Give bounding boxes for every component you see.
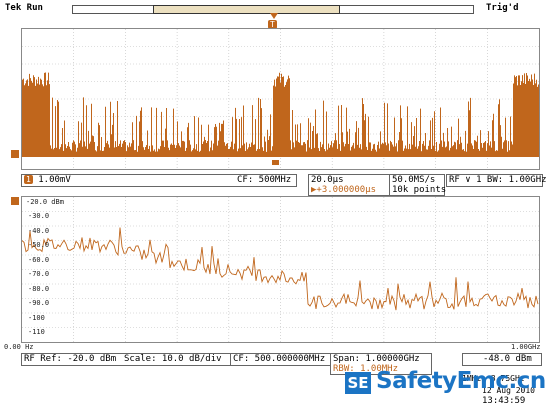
rf-center-frequency: CF: 500.000000MHz xyxy=(233,354,326,364)
trigger-level-marker xyxy=(272,160,279,165)
y-axis-label: -110 xyxy=(28,328,45,336)
trigger-delay: ▶+3.000000µs xyxy=(311,185,377,195)
frequency-domain-panel[interactable] xyxy=(21,196,540,343)
span: Span: 1.00000GHz xyxy=(333,354,420,364)
timebase-box[interactable]: 20.0µs ▶+3.000000µs xyxy=(308,174,390,196)
ref-level-label: -20.0 dBm xyxy=(26,198,64,206)
marker-value: -48.0 dBm xyxy=(483,354,532,364)
brand-label: Tek Run xyxy=(5,3,43,13)
spectrum-graph xyxy=(22,197,539,342)
y-axis-label: -70.0 xyxy=(28,270,50,278)
rf-channel-marker xyxy=(11,197,19,205)
channel-cf: CF: 500MHz xyxy=(237,175,292,185)
timebase: 20.0µs xyxy=(311,175,344,185)
x-end-label: 1.00GHz xyxy=(511,343,541,351)
y-axis-label: -80.0 xyxy=(28,284,50,293)
channel-scale: 1.00mV xyxy=(38,175,71,185)
y-axis-label: -100 xyxy=(28,313,45,322)
y-axis-label: -30.0 xyxy=(28,212,50,220)
x-start-label: 0.00 Hz xyxy=(4,343,34,351)
spectrum-trace xyxy=(22,227,539,311)
rf-scale: Scale: 10.0 dB/div xyxy=(124,354,222,364)
rf-bandwidth-box[interactable]: RF ∨ 1 BW: 1.00GHz xyxy=(446,174,547,187)
trigger-status: Trig'd xyxy=(486,3,519,13)
y-axis-label: -60.0 xyxy=(28,255,50,264)
y-axis-label: -40.0 xyxy=(28,226,50,235)
record-window[interactable] xyxy=(153,5,340,14)
rf-ref-box[interactable]: RF Ref: -20.0 dBm Scale: 10.0 dB/div xyxy=(21,353,232,366)
y-axis-label: -50.0 xyxy=(28,241,50,249)
rf-bandwidth: RF ∨ 1 BW: 1.00GHz xyxy=(449,175,547,185)
acquisition-time: 13:43:59 xyxy=(482,396,526,406)
trigger-position-marker[interactable] xyxy=(270,13,278,19)
ground-marker xyxy=(11,150,19,158)
y-axis-label: -90.0 xyxy=(28,299,50,307)
rf-center-box[interactable]: CF: 500.000000MHz xyxy=(230,353,331,366)
watermark-text: SafetyEmc.cn xyxy=(376,368,546,394)
time-domain-graph xyxy=(22,29,539,169)
marker-box[interactable]: -48.0 dBm xyxy=(462,353,542,366)
sample-rate: 50.0MS/s xyxy=(392,175,436,185)
time-domain-panel[interactable] xyxy=(21,28,540,170)
channel-scale-box[interactable]: 1 1.00mV CF: 500MHz xyxy=(21,174,297,187)
acquisition-box[interactable]: 50.0MS/s 10k points xyxy=(389,174,447,196)
record-length: 10k points xyxy=(392,185,447,195)
watermark-logo: SE xyxy=(345,372,371,394)
channel-tag: 1 xyxy=(24,175,33,184)
rf-ref: RF Ref: -20.0 dBm xyxy=(24,354,117,364)
time-trace xyxy=(22,72,539,157)
